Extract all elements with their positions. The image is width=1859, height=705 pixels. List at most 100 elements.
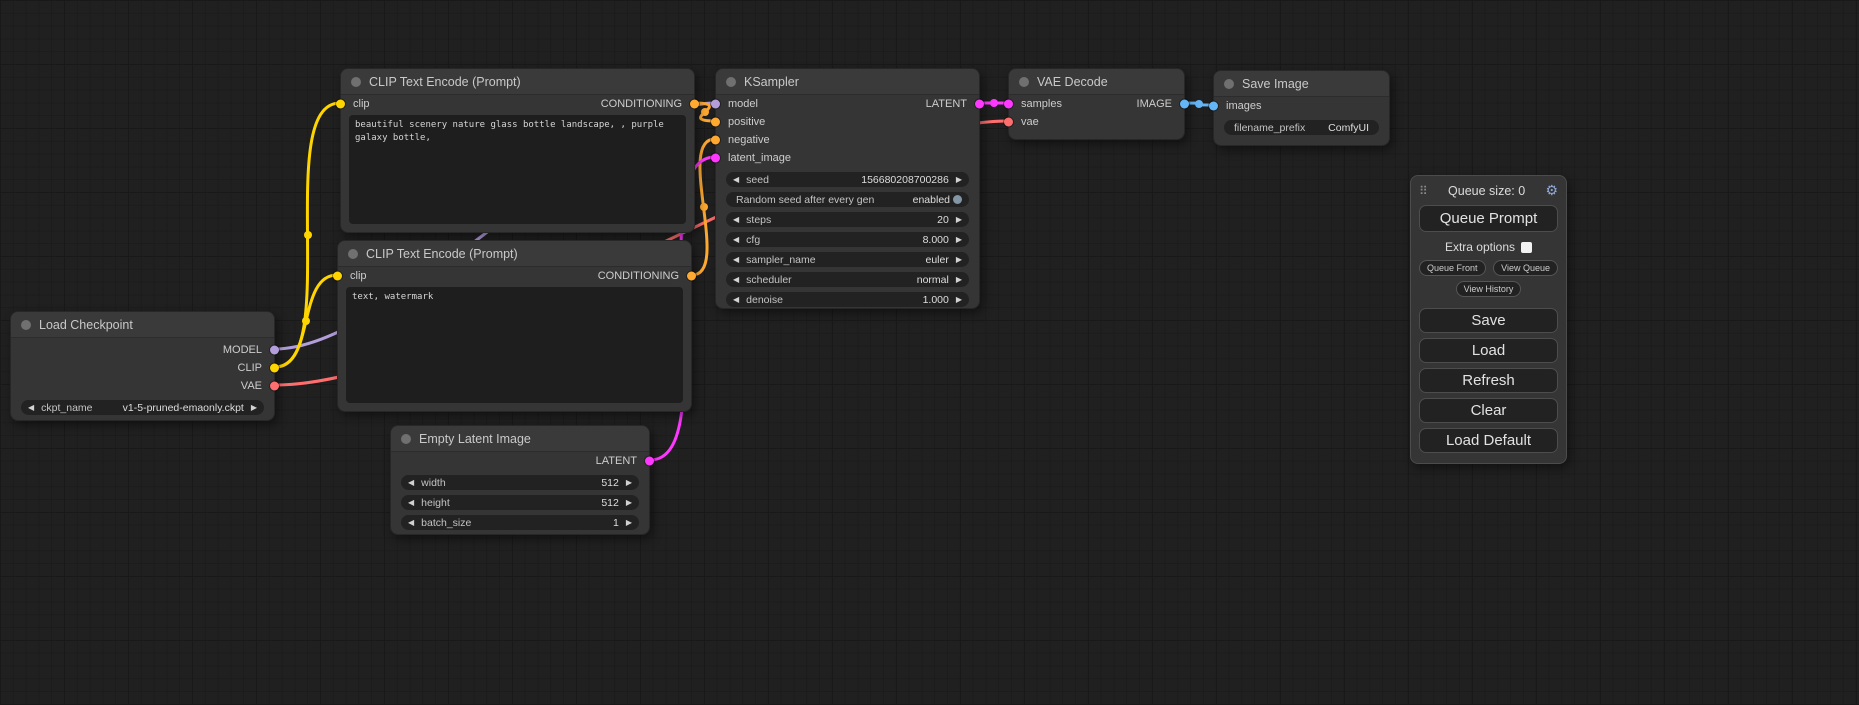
drag-handle-icon[interactable]: ⠿	[1419, 184, 1428, 198]
node-clip-text-encode-positive[interactable]: CLIP Text Encode (Prompt) clip CONDITION…	[340, 68, 695, 233]
node-title-bar[interactable]: Save Image	[1214, 71, 1389, 97]
next-arrow-icon[interactable]: ▶	[956, 216, 962, 224]
batch-size-widget[interactable]: ◀ batch_size 1 ▶	[401, 515, 639, 530]
next-arrow-icon[interactable]: ▶	[956, 176, 962, 184]
node-title-bar[interactable]: Empty Latent Image	[391, 426, 649, 452]
positive-input-port[interactable]	[711, 118, 720, 127]
collapse-dot[interactable]	[401, 434, 411, 444]
height-widget[interactable]: ◀ height 512 ▶	[401, 495, 639, 510]
input-label-negative: negative	[728, 134, 770, 146]
prev-arrow-icon[interactable]: ◀	[733, 236, 739, 244]
collapse-dot[interactable]	[348, 249, 358, 259]
graph-canvas[interactable]: Load Checkpoint MODEL CLIP VAE ◀ ckpt_na…	[0, 0, 1859, 705]
widget-label: height	[421, 497, 450, 509]
node-empty-latent-image[interactable]: Empty Latent Image LATENT ◀ width 512 ▶ …	[390, 425, 650, 535]
toggle-indicator[interactable]	[953, 195, 962, 204]
clip-input-port[interactable]	[333, 272, 342, 281]
node-title-bar[interactable]: CLIP Text Encode (Prompt)	[338, 241, 691, 267]
node-ksampler[interactable]: KSampler model LATENT positive negative …	[715, 68, 980, 309]
collapse-dot[interactable]	[21, 320, 31, 330]
prev-arrow-icon[interactable]: ◀	[733, 216, 739, 224]
prev-arrow-icon[interactable]: ◀	[408, 479, 414, 487]
refresh-button[interactable]: Refresh	[1419, 368, 1558, 393]
prev-arrow-icon[interactable]: ◀	[733, 276, 739, 284]
width-widget[interactable]: ◀ width 512 ▶	[401, 475, 639, 490]
model-output-port[interactable]	[270, 346, 279, 355]
widget-value: 8.000	[923, 234, 949, 246]
widget-label: width	[421, 477, 446, 489]
node-clip-text-encode-negative[interactable]: CLIP Text Encode (Prompt) clip CONDITION…	[337, 240, 692, 412]
queue-prompt-button[interactable]: Queue Prompt	[1419, 205, 1558, 232]
negative-input-port[interactable]	[711, 136, 720, 145]
collapse-dot[interactable]	[351, 77, 361, 87]
ckpt-name-widget[interactable]: ◀ ckpt_name v1-5-pruned-emaonly.ckpt ▶	[21, 400, 264, 415]
settings-gear-icon[interactable]: ⚙	[1545, 182, 1558, 199]
extra-options-checkbox[interactable]	[1521, 242, 1532, 253]
slot-row-samples-image: samples IMAGE	[1009, 95, 1184, 113]
images-input-port[interactable]	[1209, 102, 1218, 111]
next-arrow-icon[interactable]: ▶	[956, 256, 962, 264]
clip-output-port[interactable]	[270, 364, 279, 373]
load-default-button[interactable]: Load Default	[1419, 428, 1558, 453]
prev-arrow-icon[interactable]: ◀	[28, 404, 34, 412]
widget-label: batch_size	[421, 517, 471, 529]
random-seed-toggle-widget[interactable]: Random seed after every gen enabled	[726, 192, 969, 207]
queue-front-button[interactable]: Queue Front	[1419, 260, 1486, 276]
prev-arrow-icon[interactable]: ◀	[733, 296, 739, 304]
collapse-dot[interactable]	[726, 77, 736, 87]
node-title-bar[interactable]: CLIP Text Encode (Prompt)	[341, 69, 694, 95]
seed-widget[interactable]: ◀ seed 156680208700286 ▶	[726, 172, 969, 187]
node-save-image[interactable]: Save Image images filename_prefix ComfyU…	[1213, 70, 1390, 146]
input-label-images: images	[1226, 100, 1261, 112]
model-input-port[interactable]	[711, 100, 720, 109]
prev-arrow-icon[interactable]: ◀	[733, 256, 739, 264]
cfg-widget[interactable]: ◀ cfg 8.000 ▶	[726, 232, 969, 247]
positive-prompt-textarea[interactable]: beautiful scenery nature glass bottle la…	[349, 115, 686, 224]
denoise-widget[interactable]: ◀ denoise 1.000 ▶	[726, 292, 969, 307]
sampler-name-widget[interactable]: ◀ sampler_name euler ▶	[726, 252, 969, 267]
vae-output-port[interactable]	[270, 382, 279, 391]
filename-prefix-widget[interactable]: filename_prefix ComfyUI	[1224, 120, 1379, 135]
next-arrow-icon[interactable]: ▶	[956, 296, 962, 304]
vae-input-port[interactable]	[1004, 118, 1013, 127]
widget-label: scheduler	[746, 274, 792, 286]
next-arrow-icon[interactable]: ▶	[956, 236, 962, 244]
node-load-checkpoint[interactable]: Load Checkpoint MODEL CLIP VAE ◀ ckpt_na…	[10, 311, 275, 421]
latent-output-port[interactable]	[975, 100, 984, 109]
next-arrow-icon[interactable]: ▶	[626, 479, 632, 487]
clear-button[interactable]: Clear	[1419, 398, 1558, 423]
collapse-dot[interactable]	[1224, 79, 1234, 89]
prev-arrow-icon[interactable]: ◀	[408, 519, 414, 527]
next-arrow-icon[interactable]: ▶	[626, 499, 632, 507]
latent-image-input-port[interactable]	[711, 154, 720, 163]
next-arrow-icon[interactable]: ▶	[251, 404, 257, 412]
next-arrow-icon[interactable]: ▶	[626, 519, 632, 527]
node-title-bar[interactable]: Load Checkpoint	[11, 312, 274, 338]
menu-header: ⠿ Queue size: 0 ⚙	[1419, 182, 1558, 199]
node-title-bar[interactable]: VAE Decode	[1009, 69, 1184, 95]
conditioning-output-port[interactable]	[687, 272, 696, 281]
scheduler-widget[interactable]: ◀ scheduler normal ▶	[726, 272, 969, 287]
output-label-vae: VAE	[241, 380, 262, 392]
conditioning-output-port[interactable]	[690, 100, 699, 109]
slot-row-images: images	[1214, 97, 1389, 115]
load-button[interactable]: Load	[1419, 338, 1558, 363]
latent-output-port[interactable]	[645, 457, 654, 466]
widget-value: normal	[917, 274, 949, 286]
widget-value: ComfyUI	[1328, 122, 1369, 134]
next-arrow-icon[interactable]: ▶	[956, 276, 962, 284]
samples-input-port[interactable]	[1004, 100, 1013, 109]
save-button[interactable]: Save	[1419, 308, 1558, 333]
prev-arrow-icon[interactable]: ◀	[408, 499, 414, 507]
view-queue-button[interactable]: View Queue	[1493, 260, 1558, 276]
steps-widget[interactable]: ◀ steps 20 ▶	[726, 212, 969, 227]
view-history-button[interactable]: View History	[1456, 281, 1522, 297]
node-vae-decode[interactable]: VAE Decode samples IMAGE vae	[1008, 68, 1185, 140]
collapse-dot[interactable]	[1019, 77, 1029, 87]
negative-prompt-textarea[interactable]: text, watermark	[346, 287, 683, 403]
prev-arrow-icon[interactable]: ◀	[733, 176, 739, 184]
image-output-port[interactable]	[1180, 100, 1189, 109]
clip-input-port[interactable]	[336, 100, 345, 109]
node-title-bar[interactable]: KSampler	[716, 69, 979, 95]
widget-label: filename_prefix	[1234, 122, 1305, 134]
